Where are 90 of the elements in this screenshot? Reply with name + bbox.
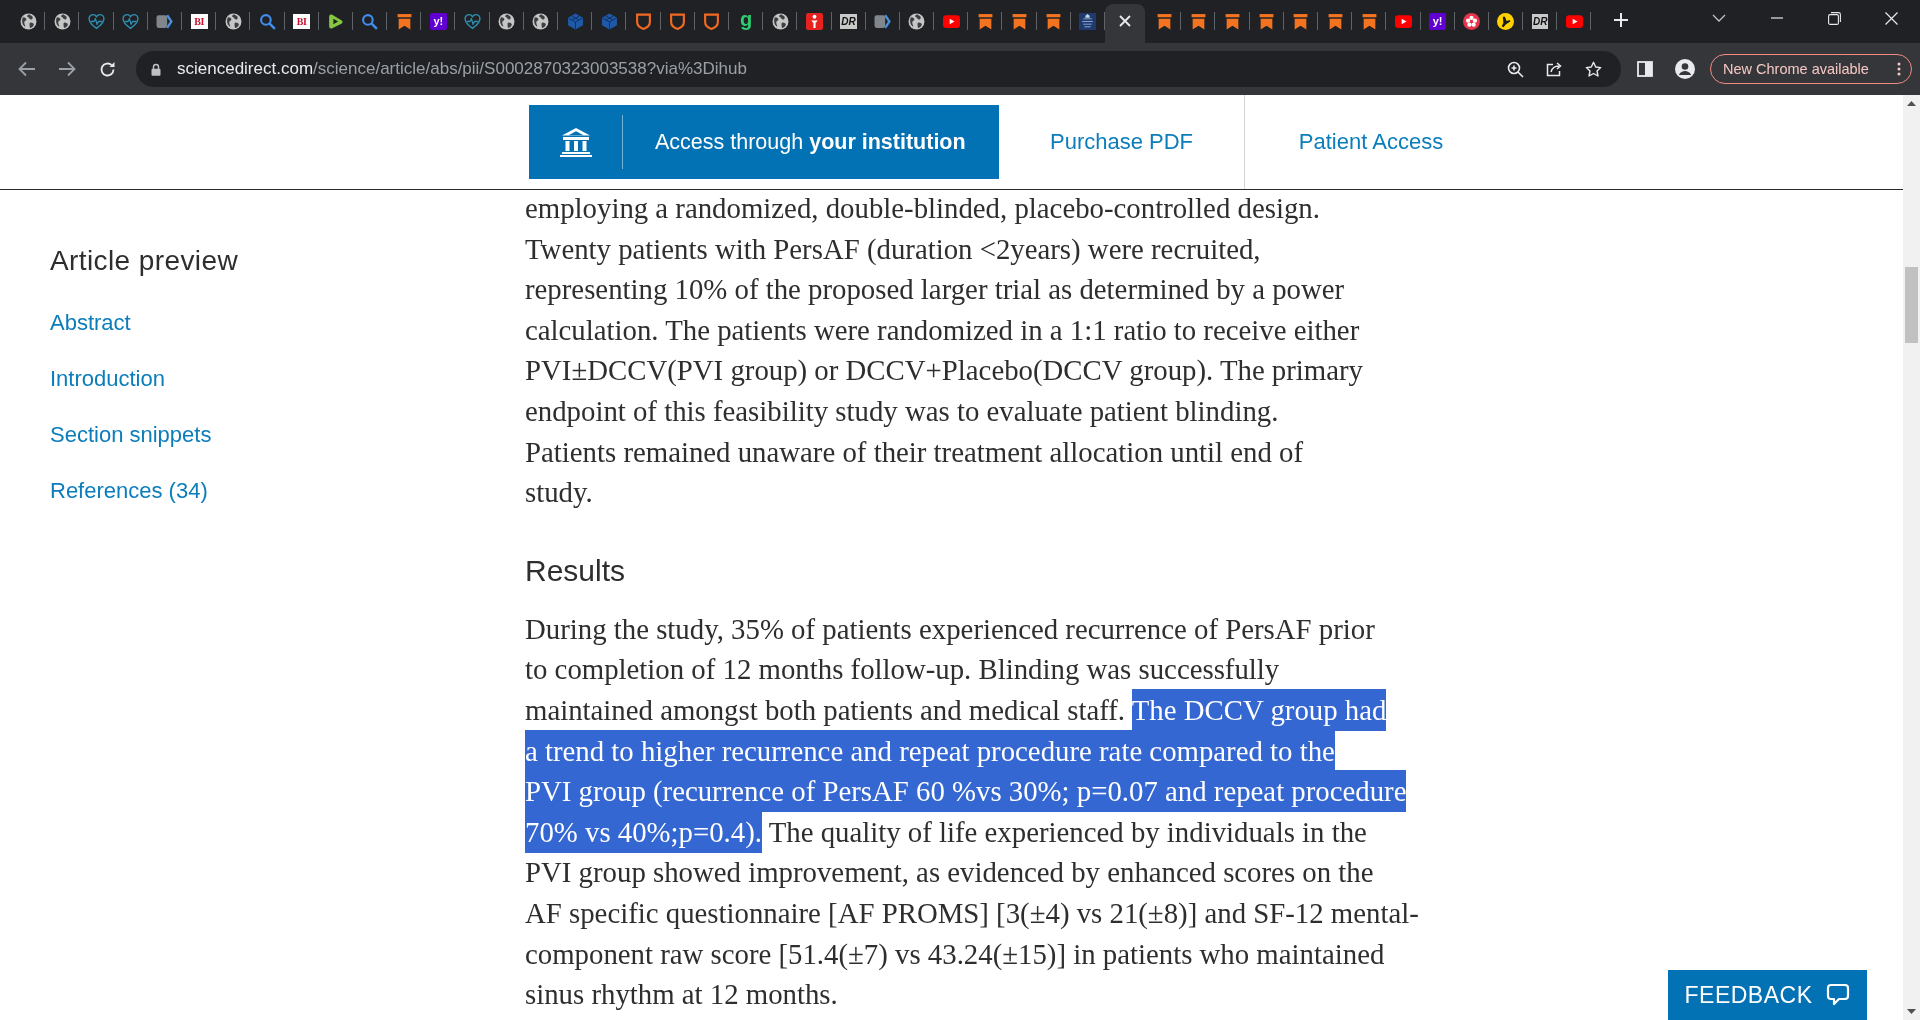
favicon-logo: y! — [1429, 12, 1447, 30]
favicon-logo: BI — [293, 13, 311, 29]
scrollbar-thumb[interactable] — [1905, 267, 1918, 343]
cube-icon — [600, 12, 618, 30]
shield-icon — [669, 12, 687, 30]
chevron-icon — [156, 12, 174, 30]
bookmark-icon — [1223, 12, 1241, 30]
bookmark-icon — [1011, 12, 1029, 30]
sidebar-link[interactable]: Abstract — [50, 309, 131, 337]
globe-icon — [771, 12, 789, 30]
globe-icon — [19, 12, 37, 30]
plus-icon — [1613, 12, 1630, 28]
browser-tab[interactable] — [1105, 4, 1145, 43]
heart-pulse-icon — [464, 12, 482, 30]
bookmark-icon — [1360, 12, 1378, 30]
browser-tab[interactable]: BI — [181, 4, 217, 43]
share-icon — [1545, 61, 1563, 77]
browser-tab[interactable]: DR — [831, 4, 866, 43]
sidebar-title: Article preview — [50, 244, 240, 278]
sidebar-link[interactable]: Introduction — [50, 365, 165, 393]
lock-icon — [151, 62, 161, 76]
bookmark-icon — [1258, 12, 1276, 30]
address-bar[interactable]: sciencedirect.com/science/article/abs/pii/S0002870323003538?via%3Dihub — [136, 51, 1621, 87]
zoom-in-icon — [1506, 60, 1524, 78]
section-heading: Results — [525, 552, 627, 589]
minimize-icon — [1770, 17, 1783, 19]
institution-icon — [559, 127, 592, 157]
play-button-icon — [1565, 12, 1583, 30]
scroll-up-arrow-icon[interactable] — [1907, 101, 1916, 106]
search-icon — [361, 12, 379, 30]
side-panel-icon — [1637, 61, 1653, 77]
reload-icon — [98, 60, 116, 78]
star-icon — [1584, 60, 1602, 78]
close-icon — [1884, 11, 1898, 25]
globe-icon — [532, 12, 550, 30]
browser-tab[interactable]: g — [728, 4, 764, 43]
restore-icon — [1827, 11, 1841, 25]
bookmark-icon — [976, 12, 994, 30]
url-text: sciencedirect.com/science/article/abs/pii/S0002870323003538?via%3Dihub — [177, 59, 747, 79]
scrollbar[interactable] — [1903, 95, 1920, 1020]
feedback-button[interactable]: FEEDBACK — [1668, 970, 1867, 1020]
globe-icon — [498, 12, 516, 30]
tab-close-button[interactable] — [1117, 13, 1133, 29]
globe-icon — [53, 12, 71, 30]
pointer-icon — [1497, 12, 1515, 30]
chevron-icon — [874, 12, 892, 30]
scroll-down-arrow-icon[interactable] — [1907, 1009, 1916, 1014]
browser-tab[interactable]: DR — [1523, 4, 1558, 43]
heart-pulse-icon — [122, 12, 140, 30]
cube-icon — [566, 12, 584, 30]
browser-tab[interactable]: y! — [421, 4, 456, 43]
browser-tab[interactable]: BI — [284, 4, 319, 43]
chevron-down-icon — [1712, 14, 1727, 22]
favicon-logo: BI — [190, 13, 208, 29]
favicon-logo: y! — [429, 12, 447, 30]
forward-arrow-icon — [58, 61, 76, 77]
shield-icon — [703, 12, 721, 30]
close-icon — [1119, 15, 1131, 27]
header-link[interactable]: Purchase PDF — [1049, 129, 1194, 155]
bookmark-icon — [1189, 12, 1207, 30]
play-button-icon — [1394, 12, 1412, 30]
bookmark-icon — [395, 12, 413, 30]
heart-pulse-icon — [87, 12, 105, 30]
favicon-logo: DR — [840, 13, 857, 29]
bookmark-icon — [1045, 12, 1063, 30]
institution-access-button[interactable]: Access through your institution — [529, 105, 999, 179]
play-icon — [327, 12, 345, 30]
sidebar-link[interactable]: Section snippets — [50, 421, 212, 449]
back-arrow-icon — [18, 61, 36, 77]
sidebar-link[interactable]: References (34) — [50, 477, 208, 505]
article-paragraph: During the study, 35% of patients experienced recurrence of PersAF prior to completion of 12 months follow-up. Blinding was successfully maintained amongst both patients and medical staff. The DCCV group had a trend to higher recurrence and repeat procedure rate compared to the PVI group (recurrence of PersAF 60 %vs 30%; p=0.07 and repeat procedure 70% vs 40%;p=0.4). The quality of life experienced by individuals in the PVI group showed improvement, as evidenced by enhanced scores on the AF specific questionnaire [AF PROMS] [3(±4) vs 21(±8)] and SF-12 mental- component raw score [51.4(±7) vs 43.24(±15)] in patients who maintained sinus rhythm at 12 months. — [525, 611, 1420, 1013]
speech-bubble-icon — [1826, 983, 1851, 1007]
bookmark-icon — [1326, 12, 1344, 30]
globe-icon — [908, 12, 926, 30]
favicon-logo: g — [738, 10, 754, 28]
figure-icon — [805, 12, 823, 30]
header-link[interactable]: Patient Access — [1298, 129, 1444, 155]
article-paragraph: employing a randomized, double-blinded, placebo-controlled design. Twenty patients with PersAF (duration <2years) were recruited, representing 10% of the proposed larger trial as determined by a power calculation. The patients were randomized in a 1:1 ratio to receive either PVI±DCCV(PVI group) or DCCV+Placebo(DCCV group). The primary endpoint of this feasibility study was to evaluate patient blinding. Patients remained unaware of their treatment allocation until end of study. — [525, 191, 1365, 511]
play-button-icon — [942, 12, 960, 30]
search-icon — [258, 12, 276, 30]
globe-icon — [224, 12, 242, 30]
browser-tab[interactable]: y! — [1420, 4, 1455, 43]
more-vertical-icon — [1897, 62, 1901, 76]
person-icon — [1675, 59, 1695, 79]
emblem-icon — [1079, 12, 1097, 30]
bookmark-icon — [1292, 12, 1310, 30]
bookmark-icon — [1155, 12, 1173, 30]
shield-icon — [634, 12, 652, 30]
favicon-logo: DR — [1531, 13, 1549, 29]
flower-icon — [1463, 12, 1481, 30]
